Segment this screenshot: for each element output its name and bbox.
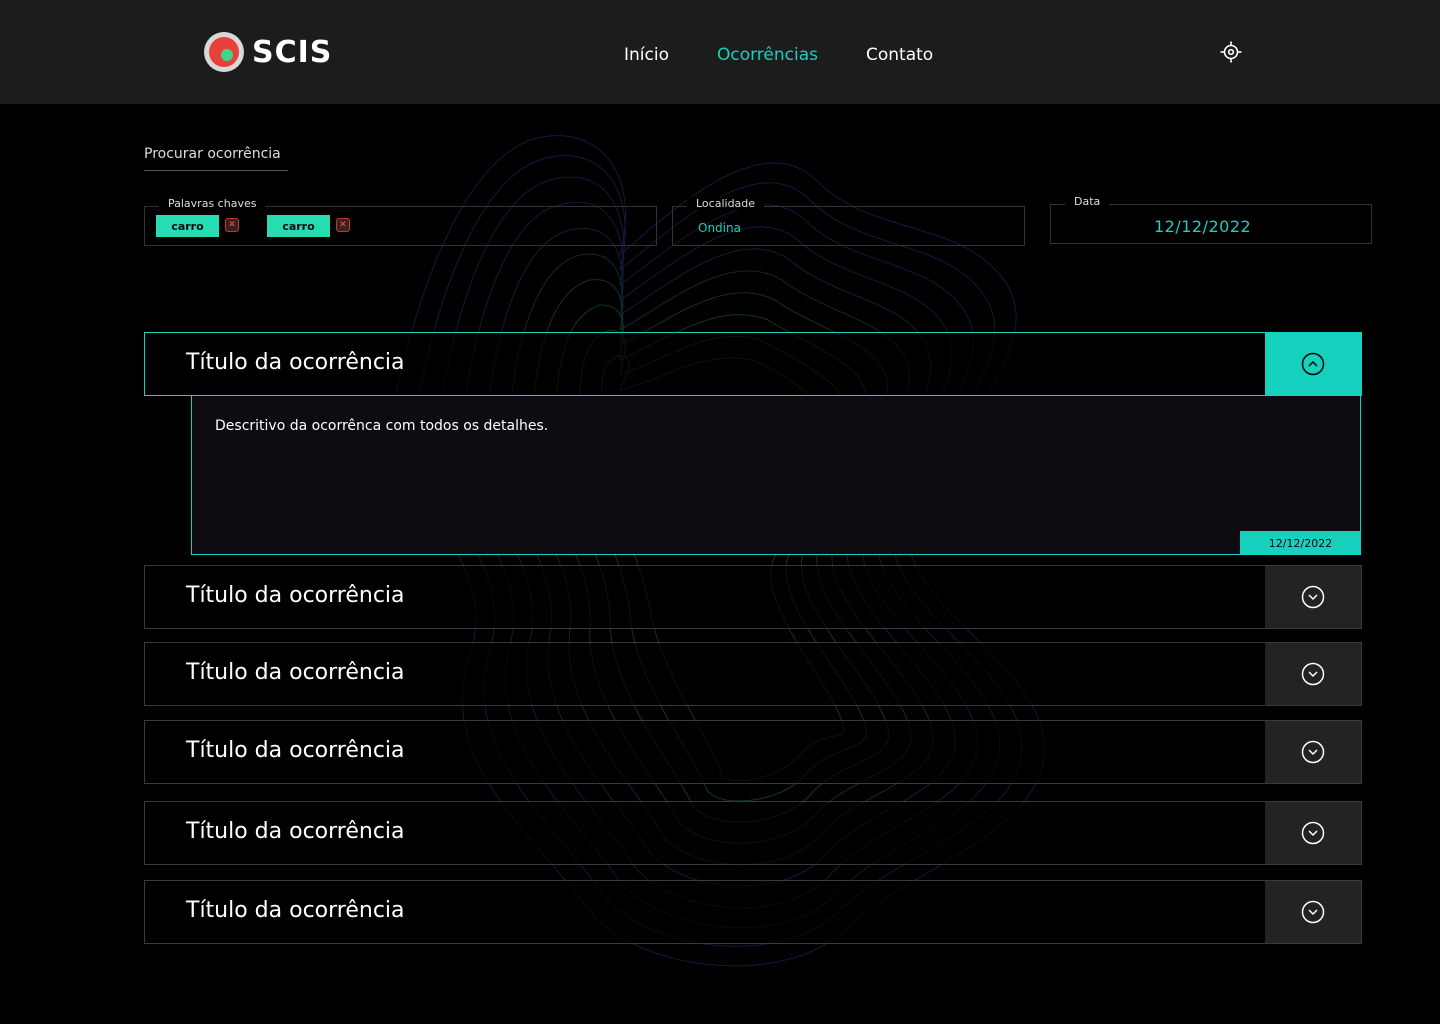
remove-chip-icon[interactable]: ✕ [336,218,350,232]
date-field[interactable]: Data 12/12/2022 [1050,195,1372,244]
chevron-up-icon [1301,352,1325,376]
occurrence-row[interactable]: Título da ocorrência [144,565,1362,629]
collapse-button[interactable] [1265,333,1361,395]
occurrence-description: Descritivo da ocorrênca com todos os det… [215,418,549,434]
occurrence-title: Título da ocorrência [186,583,405,608]
occurrence-title: Título da ocorrência [186,350,405,375]
keywords-label: Palavras chaves [159,197,266,210]
chevron-down-icon [1301,585,1325,609]
scis-logo-icon [204,32,244,72]
date-label: Data [1065,195,1110,208]
brand-name: SCIS [252,34,333,70]
top-navbar: SCIS Início Ocorrências Contato [0,0,1440,104]
expand-button[interactable] [1265,566,1361,628]
chevron-down-icon [1301,900,1325,924]
keywords-field[interactable]: Palavras chaves carro ✕ carro ✕ [144,197,657,246]
occurrence-date-badge: 12/12/2022 [1240,531,1361,555]
occurrence-row[interactable]: Título da ocorrência [144,720,1362,784]
keyword-chip: carro [267,215,330,237]
occurrence-title: Título da ocorrência [186,660,405,685]
chevron-down-icon [1301,821,1325,845]
locality-label: Localidade [687,197,765,210]
locality-value: Ondina [698,221,741,235]
expand-button[interactable] [1265,881,1361,943]
expand-button[interactable] [1265,802,1361,864]
expand-button[interactable] [1265,721,1361,783]
occurrence-title: Título da ocorrência [186,898,405,923]
chevron-down-icon [1301,662,1325,686]
remove-chip-icon[interactable]: ✕ [225,218,239,232]
occurrence-row[interactable]: Título da ocorrência [144,332,1362,396]
occurrence-row[interactable]: Título da ocorrência [144,880,1362,944]
locality-field[interactable]: Localidade Ondina [672,197,1025,246]
location-target-icon[interactable] [1220,41,1242,63]
date-value: 12/12/2022 [1154,217,1252,236]
main-nav: Início Ocorrências Contato [624,45,933,65]
nav-link-inicio[interactable]: Início [624,45,669,65]
chevron-down-icon [1301,740,1325,764]
occurrence-row[interactable]: Título da ocorrência [144,642,1362,706]
nav-link-contato[interactable]: Contato [866,45,933,65]
occurrence-title: Título da ocorrência [186,819,405,844]
occurrence-row[interactable]: Título da ocorrência [144,801,1362,865]
occurrence-details-panel: Descritivo da ocorrênca com todos os det… [191,396,1361,555]
expand-button[interactable] [1265,643,1361,705]
brand-logo[interactable]: SCIS [204,32,332,72]
keyword-chip: carro [156,215,219,237]
occurrence-title: Título da ocorrência [186,738,405,763]
search-tab[interactable]: Procurar ocorrência [144,146,288,171]
nav-link-ocorrencias[interactable]: Ocorrências [717,45,818,65]
